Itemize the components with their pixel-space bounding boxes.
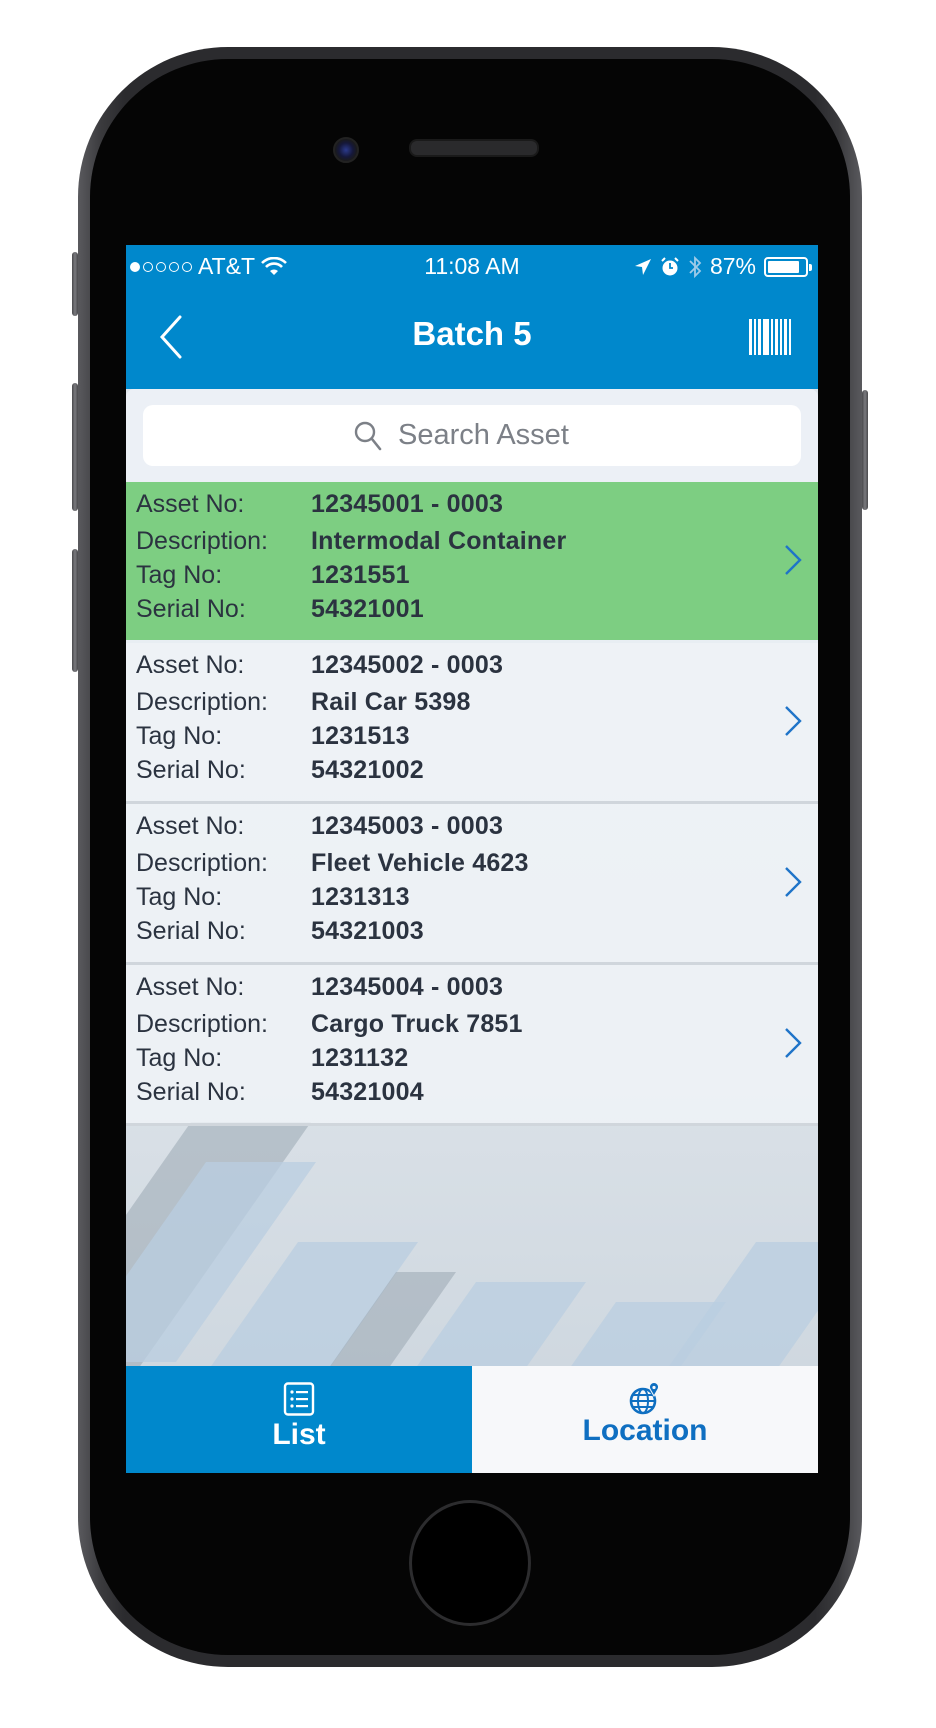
tag-no-value: 1231551: [311, 561, 410, 589]
asset-list-item[interactable]: Asset No: 12345002 - 0003 Description: Rai…: [126, 643, 818, 804]
barcode-icon: [749, 319, 791, 355]
asset-no-value: 12345002 - 0003: [311, 651, 504, 679]
tag-no-value: 1231132: [311, 1044, 409, 1072]
serial-no-value: 54321001: [311, 595, 424, 623]
description-label: Description:: [136, 849, 268, 877]
app-screen: AT&T 11:08 AM 87% Batch 5 Search Asset A…: [126, 245, 818, 1473]
search-field[interactable]: [143, 405, 801, 466]
location-arrow-icon: [634, 258, 651, 275]
tab-location-label: Location: [582, 1414, 708, 1447]
list-icon: [283, 1382, 315, 1416]
battery-percent: 87%: [709, 253, 756, 279]
volume-up-button: [72, 383, 78, 511]
globe-pin-icon: [629, 1382, 659, 1415]
chevron-right-icon: [785, 867, 802, 897]
serial-no-label: Serial No:: [136, 917, 246, 945]
tag-no-value: 1231513: [311, 722, 410, 750]
mute-switch: [72, 252, 78, 316]
asset-no-label: Asset No:: [136, 651, 245, 679]
tab-list-label: List: [272, 1418, 326, 1451]
tab-list[interactable]: List: [126, 1366, 472, 1473]
asset-no-value: 12345001 - 0003: [311, 490, 504, 518]
power-button: [862, 390, 868, 510]
tab-bar: List Location: [126, 1366, 818, 1473]
asset-no-value: 12345003 - 0003: [311, 812, 504, 840]
description-value: Rail Car 5398: [311, 688, 471, 716]
status-bar: AT&T 11:08 AM 87%: [126, 245, 818, 287]
chevron-right-icon: [785, 545, 802, 575]
serial-no-label: Serial No:: [136, 1078, 246, 1106]
volume-down-button: [72, 549, 78, 672]
asset-no-label: Asset No:: [136, 490, 245, 518]
tag-no-label: Tag No:: [136, 722, 223, 750]
description-value: Cargo Truck 7851: [311, 1010, 523, 1038]
description-value: Intermodal Container: [311, 527, 567, 555]
page-title: Batch 5: [412, 315, 532, 352]
asset-no-value: 12345004 - 0003: [311, 973, 504, 1001]
chevron-right-icon: [785, 1028, 802, 1058]
scan-barcode-button[interactable]: [748, 315, 792, 359]
asset-no-label: Asset No:: [136, 812, 245, 840]
serial-no-value: 54321003: [311, 917, 424, 945]
description-label: Description:: [136, 688, 268, 716]
description-label: Description:: [136, 527, 268, 555]
serial-no-label: Serial No:: [136, 756, 246, 784]
tag-no-label: Tag No:: [136, 1044, 223, 1072]
asset-list-item[interactable]: Asset No: 12345003 - 0003 Description: Fle…: [126, 804, 818, 965]
serial-no-value: 54321004: [311, 1078, 424, 1106]
asset-list-item[interactable]: Asset No: 12345004 - 0003 Description: Car…: [126, 965, 818, 1126]
bluetooth-icon: [689, 255, 702, 278]
battery-icon: [764, 256, 812, 277]
asset-no-label: Asset No:: [136, 973, 245, 1001]
tag-no-label: Tag No:: [136, 883, 223, 911]
serial-no-label: Serial No:: [136, 595, 246, 623]
search-input[interactable]: [396, 418, 590, 453]
earpiece-speaker: [409, 139, 539, 157]
description-value: Fleet Vehicle 4623: [311, 849, 529, 877]
tab-location[interactable]: Location: [472, 1366, 818, 1473]
search-bar-container: [126, 389, 818, 482]
front-camera: [333, 137, 359, 163]
asset-list: Asset No: 12345001 - 0003 Description: Int…: [126, 482, 818, 1126]
tag-no-label: Tag No:: [136, 561, 223, 589]
search-icon: [354, 421, 382, 450]
alarm-icon: [661, 256, 679, 275]
serial-no-value: 54321002: [311, 756, 424, 784]
navigation-bar: Batch 5: [126, 287, 818, 389]
asset-list-item[interactable]: Asset No: 12345001 - 0003 Description: Int…: [126, 482, 818, 643]
description-label: Description:: [136, 1010, 268, 1038]
home-button[interactable]: [409, 1500, 531, 1626]
chevron-right-icon: [785, 706, 802, 736]
tag-no-value: 1231313: [311, 883, 410, 911]
